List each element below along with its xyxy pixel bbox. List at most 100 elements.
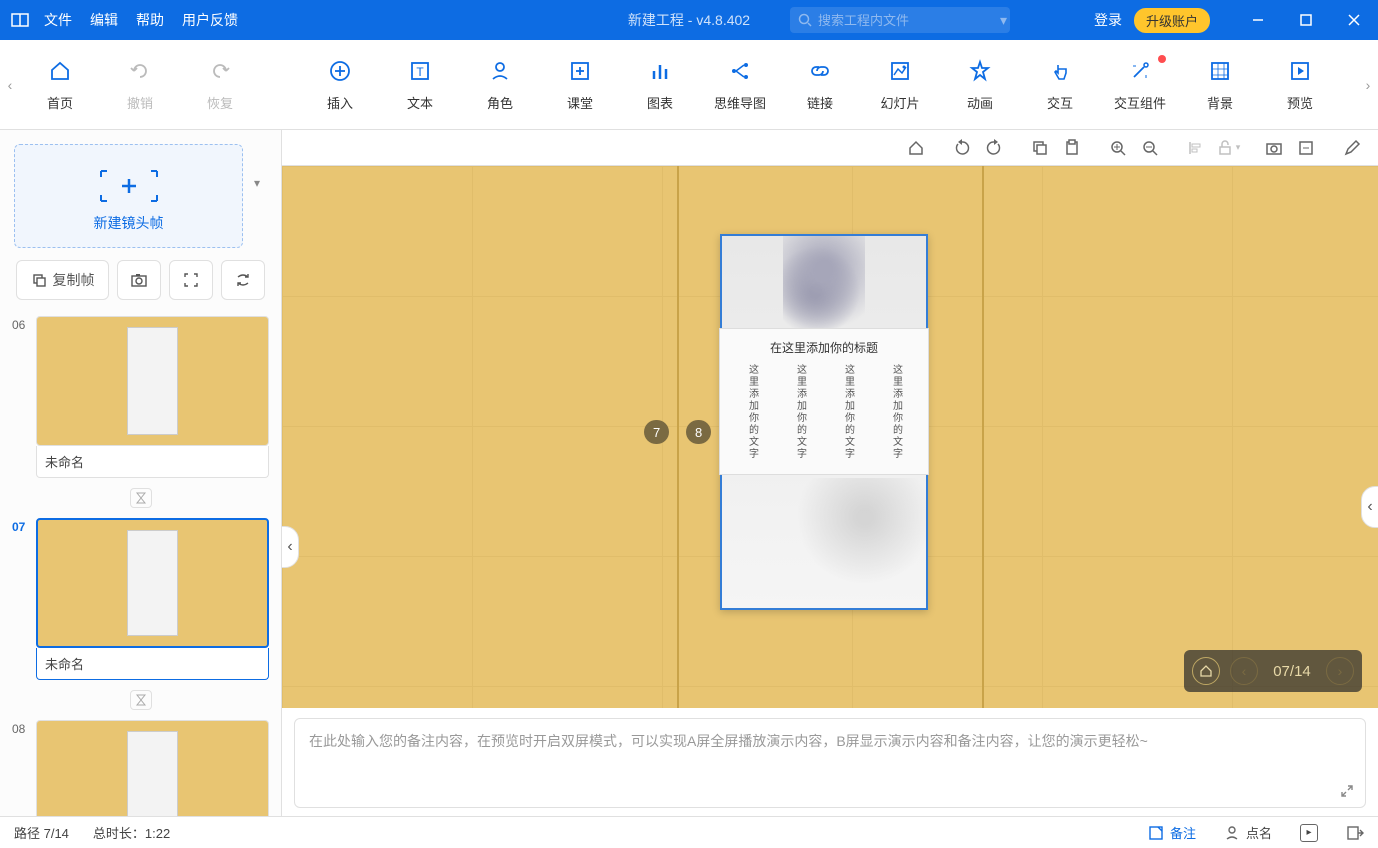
poster-column: 这里添加你的文字 xyxy=(841,364,856,460)
rotate-right-icon xyxy=(985,139,1003,157)
status-path: 路径 7/14 xyxy=(14,823,69,842)
zoom-in-button[interactable] xyxy=(1104,134,1132,162)
chevron-left-icon: ‹ xyxy=(1367,498,1372,516)
tool-text[interactable]: T文本 xyxy=(380,57,460,112)
frame-marker[interactable]: 7 xyxy=(644,420,669,444)
tool-mind[interactable]: 思维导图 xyxy=(700,57,780,112)
fit-button[interactable] xyxy=(1292,134,1320,162)
tool-insert[interactable]: 插入 xyxy=(300,57,380,112)
zoom-out-button[interactable] xyxy=(1136,134,1164,162)
timing-separator[interactable] xyxy=(130,690,152,710)
camera-button[interactable] xyxy=(117,260,161,300)
capture-button[interactable] xyxy=(1260,134,1288,162)
star-icon xyxy=(966,57,994,85)
loop-button[interactable] xyxy=(221,260,265,300)
fit-icon xyxy=(1297,139,1315,157)
frame-item[interactable]: 07 未命名 xyxy=(12,518,269,680)
rotate-right-button[interactable] xyxy=(980,134,1008,162)
toolbar-scroll-right[interactable]: › xyxy=(1358,40,1378,130)
menu-help[interactable]: 帮助 xyxy=(136,10,164,30)
tool-class[interactable]: 课堂 xyxy=(540,57,620,112)
collapse-panel-button[interactable]: ‹ xyxy=(1361,486,1378,528)
tool-preview[interactable]: 预览 xyxy=(1260,57,1340,112)
add-box-icon xyxy=(566,57,594,85)
maximize-button[interactable] xyxy=(1282,0,1330,40)
zoom-out-icon xyxy=(1141,139,1159,157)
canvas[interactable]: ‹ ‹ 7 8 在这里添加你的标题 这里添加你的文字 这里添加你的文字 这里添加… xyxy=(282,166,1378,708)
lock-button[interactable]: ▾ xyxy=(1214,134,1242,162)
notes-panel[interactable]: 在此处输入您的备注内容，在预览时开启双屏模式，可以实现A屏全屏播放演示内容，B屏… xyxy=(294,718,1366,808)
frame-marker[interactable]: 8 xyxy=(686,420,711,444)
tool-bg[interactable]: 背景 xyxy=(1180,57,1260,112)
tool-mind-label: 思维导图 xyxy=(714,93,766,112)
rotate-left-button[interactable] xyxy=(948,134,976,162)
tool-home[interactable]: 首页 xyxy=(20,57,100,112)
toolbar-scroll-left[interactable]: ‹ xyxy=(0,40,20,130)
frame-thumbnail[interactable] xyxy=(36,316,269,446)
tool-anim[interactable]: 动画 xyxy=(940,57,1020,112)
new-shot-dropdown[interactable]: ▾ xyxy=(247,168,267,198)
link-icon xyxy=(806,57,834,85)
frames-sidebar: 新建镜头帧 ▾ 复制帧 06 未命名 07 未命名 08 xyxy=(0,130,282,816)
frame-name[interactable]: 未命名 xyxy=(36,648,269,680)
expand-notes-button[interactable] xyxy=(1339,783,1355,799)
selected-object[interactable]: 在这里添加你的标题 这里添加你的文字 这里添加你的文字 这里添加你的文字 这里添… xyxy=(720,234,928,610)
tool-component[interactable]: 交互组件 xyxy=(1100,57,1180,112)
nav-prev-button[interactable]: ‹ xyxy=(1230,657,1258,685)
tool-bg-label: 背景 xyxy=(1207,93,1233,112)
roll-call-button[interactable]: 点名 xyxy=(1224,823,1272,842)
minimize-button[interactable] xyxy=(1234,0,1282,40)
tool-undo[interactable]: 撤销 xyxy=(100,57,180,112)
menu-feedback[interactable]: 用户反馈 xyxy=(182,10,238,30)
status-duration: 总时长：1:22 xyxy=(93,823,170,842)
frame-thumbnail[interactable] xyxy=(36,720,269,816)
chevron-left-icon: ‹ xyxy=(1242,663,1247,679)
tool-link-label: 链接 xyxy=(807,93,833,112)
login-button[interactable]: 登录 xyxy=(1094,10,1122,30)
copy-frame-label: 复制帧 xyxy=(53,270,95,290)
nav-next-button[interactable]: › xyxy=(1326,657,1354,685)
new-shot-button[interactable]: 新建镜头帧 xyxy=(14,144,243,248)
collapse-sidebar-button[interactable]: ‹ xyxy=(282,526,299,568)
tool-interact[interactable]: 交互 xyxy=(1020,57,1100,112)
upgrade-button[interactable]: 升级账户 xyxy=(1134,8,1210,33)
app-logo-icon xyxy=(0,11,40,29)
exit-button[interactable] xyxy=(1346,824,1364,842)
edit-button[interactable] xyxy=(1338,134,1366,162)
frame-item[interactable]: 08 xyxy=(12,720,269,816)
fullscreen-button[interactable] xyxy=(169,260,213,300)
mind-icon xyxy=(726,57,754,85)
search-box[interactable]: ▾ xyxy=(790,7,1010,33)
present-button[interactable]: ▸ xyxy=(1300,824,1318,842)
home-view-button[interactable] xyxy=(902,134,930,162)
canvas-area: ▾ ‹ ‹ 7 8 在这里添加你的标题 这里添加你的文字 这里添加你的文字 xyxy=(282,130,1378,816)
frame-number: 06 xyxy=(12,316,36,332)
close-button[interactable] xyxy=(1330,0,1378,40)
pattern-icon xyxy=(1206,57,1234,85)
exit-icon xyxy=(1346,824,1364,842)
frame-name[interactable]: 未命名 xyxy=(36,446,269,478)
copy-button[interactable] xyxy=(1026,134,1054,162)
frame-thumbnail[interactable] xyxy=(36,518,269,648)
menu-file[interactable]: 文件 xyxy=(44,10,72,30)
tool-slide[interactable]: 幻灯片 xyxy=(860,57,940,112)
tool-role[interactable]: 角色 xyxy=(460,57,540,112)
plus-icon xyxy=(99,169,159,203)
wand-icon xyxy=(1126,57,1154,85)
menu-edit[interactable]: 编辑 xyxy=(90,10,118,30)
tool-redo[interactable]: 恢复 xyxy=(180,57,260,112)
main-toolbar: ‹ 首页 撤销 恢复 插入 T文本 角色 课堂 图表 思维导图 链接 幻灯片 动… xyxy=(0,40,1378,130)
chevron-down-icon[interactable]: ▾ xyxy=(1000,12,1007,29)
frame-item[interactable]: 06 未命名 xyxy=(12,316,269,478)
slide-icon xyxy=(886,57,914,85)
align-button[interactable] xyxy=(1182,134,1210,162)
paste-button[interactable] xyxy=(1058,134,1086,162)
nav-home-button[interactable] xyxy=(1192,657,1220,685)
copy-frame-button[interactable]: 复制帧 xyxy=(16,260,109,300)
search-input[interactable] xyxy=(818,13,994,28)
chevron-left-icon: ‹ xyxy=(287,538,292,556)
notes-toggle-button[interactable]: 备注 xyxy=(1148,823,1196,842)
timing-separator[interactable] xyxy=(130,488,152,508)
tool-chart[interactable]: 图表 xyxy=(620,57,700,112)
tool-link[interactable]: 链接 xyxy=(780,57,860,112)
